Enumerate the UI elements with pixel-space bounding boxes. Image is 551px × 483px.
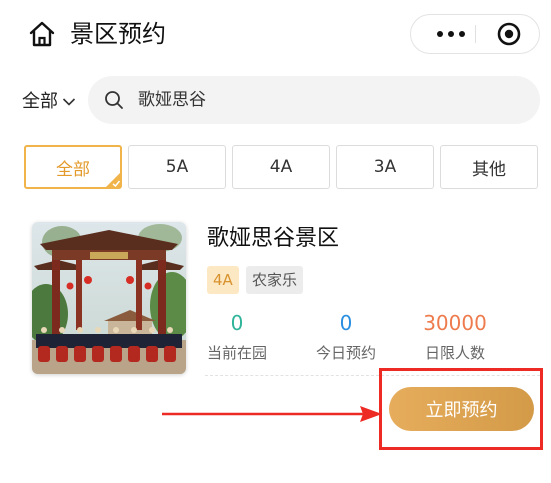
chevron-down-icon xyxy=(62,98,76,106)
book-now-button[interactable]: 立即预约 xyxy=(389,387,534,431)
tab-label: 5A xyxy=(165,157,189,177)
stat-label: 日限人数 xyxy=(424,344,485,362)
search-value: 歌娅思谷 xyxy=(138,90,206,110)
stat-value: 0 xyxy=(339,311,353,335)
tab-label: 3A xyxy=(373,157,397,177)
tab-3a[interactable]: 3A xyxy=(336,145,434,189)
annotation-arrow-icon xyxy=(162,406,382,422)
filter-row: 全部 歌娅思谷 xyxy=(0,76,551,128)
stat-label: 当前在园 xyxy=(206,344,267,362)
search-input[interactable]: 歌娅思谷 xyxy=(88,76,540,124)
scenic-spot-name[interactable]: 歌娅思谷景区 xyxy=(207,224,339,254)
tab-5a[interactable]: 5A xyxy=(128,145,226,189)
tab-label: 其他 xyxy=(472,159,506,180)
top-bar: 景区预约 xyxy=(0,0,551,70)
stat-today-bookings: 0 今日预约 xyxy=(306,310,386,364)
more-dots-icon[interactable] xyxy=(429,15,473,53)
region-dropdown[interactable]: 全部 xyxy=(22,90,76,114)
scenic-gate-illustration xyxy=(32,222,186,374)
stat-label: 今日预约 xyxy=(315,344,376,362)
region-label: 全部 xyxy=(22,91,58,112)
home-icon[interactable] xyxy=(28,20,56,48)
category-badge: 农家乐 xyxy=(246,266,304,294)
tab-label: 全部 xyxy=(56,159,90,180)
stat-current-visitors: 0 当前在园 xyxy=(197,310,277,364)
tab-4a[interactable]: 4A xyxy=(232,145,330,189)
tab-all[interactable]: 全部 xyxy=(24,145,122,189)
level-badge: 4A xyxy=(207,266,239,294)
search-icon xyxy=(105,91,123,109)
target-icon[interactable] xyxy=(497,22,521,46)
page-title: 景区预约 xyxy=(70,20,166,48)
selected-check-icon xyxy=(105,172,121,188)
capsule-divider xyxy=(475,25,476,43)
scenic-spot-photo[interactable] xyxy=(32,222,186,374)
stat-value: 0 xyxy=(230,311,244,335)
stat-daily-limit: 30000 日限人数 xyxy=(415,310,495,364)
mini-program-capsule xyxy=(410,14,540,54)
tab-other[interactable]: 其他 xyxy=(440,145,538,189)
stat-value: 30000 xyxy=(423,311,487,335)
tab-label: 4A xyxy=(269,157,293,177)
